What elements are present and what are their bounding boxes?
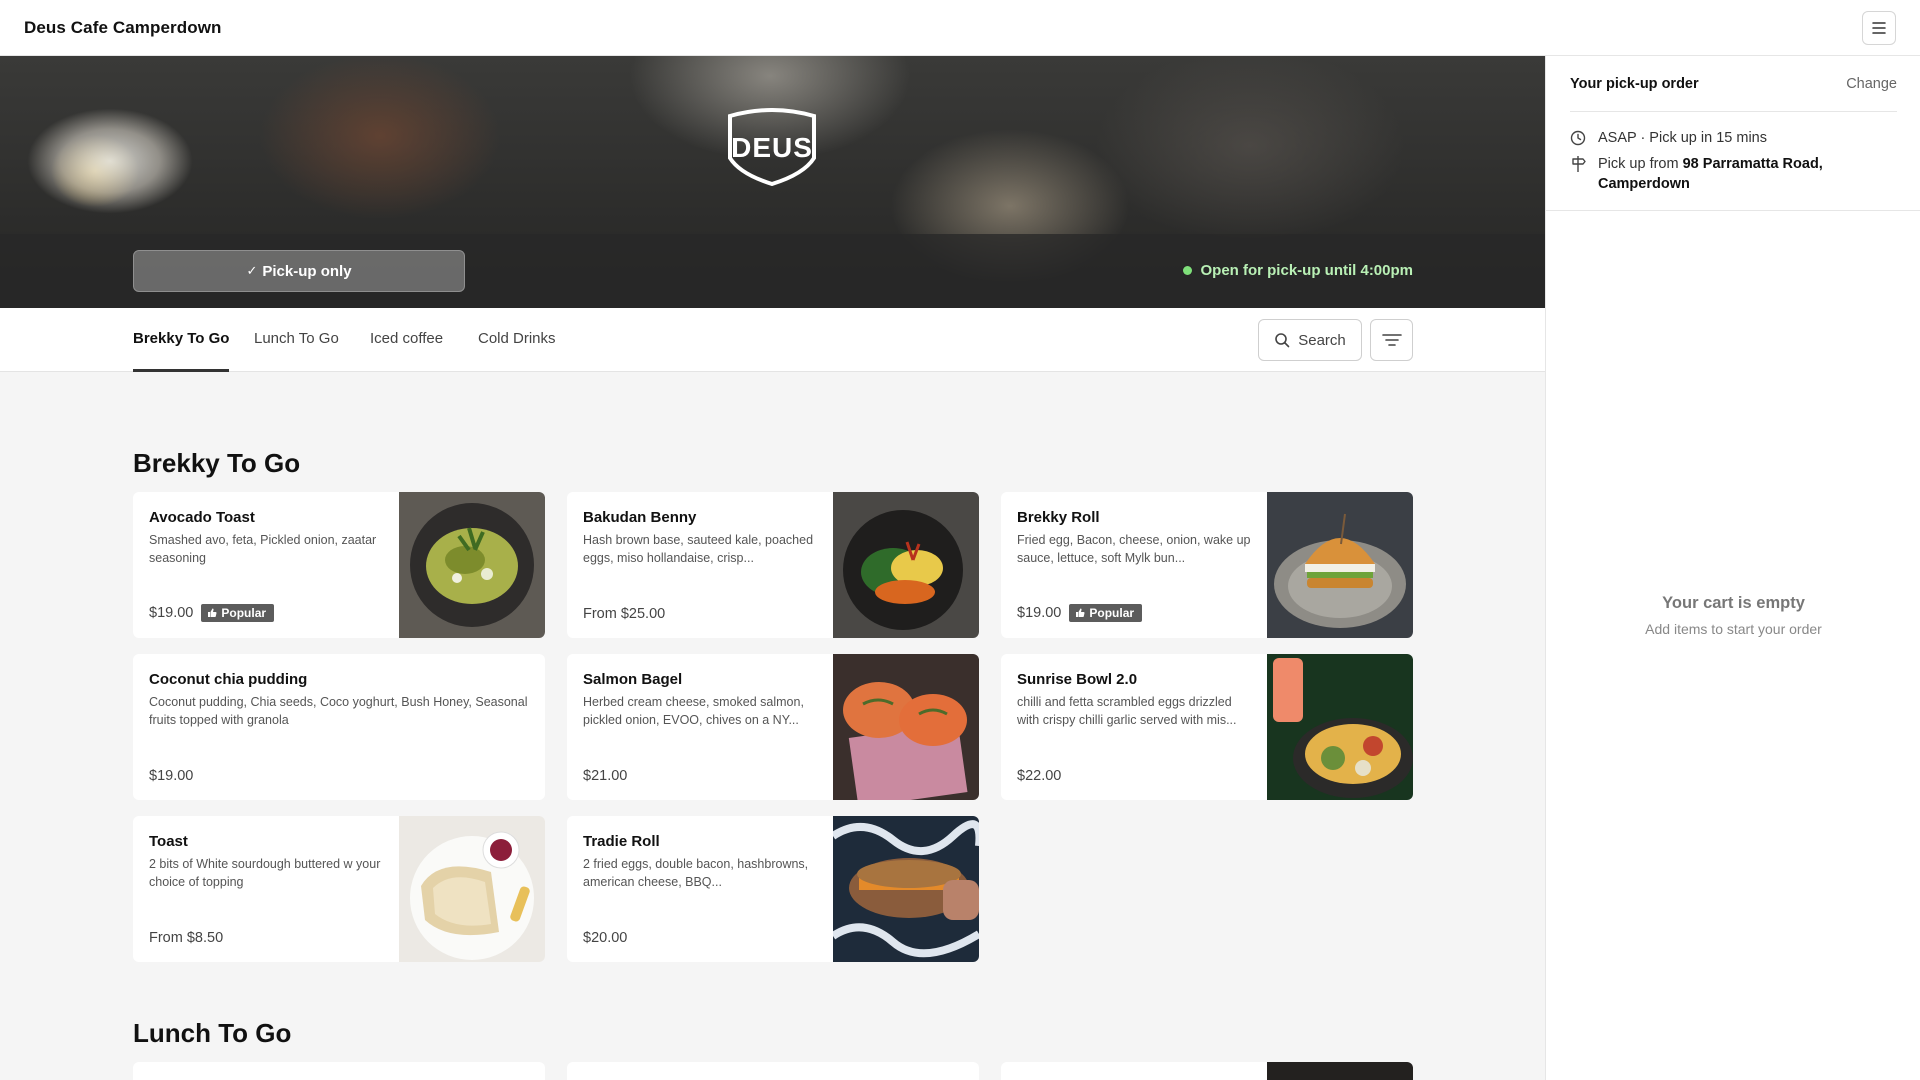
menu-item-card[interactable]: Tradie Roll 2 fried eggs, double bacon, … — [567, 816, 979, 962]
hero-banner: DEUS ✓ Pick-up only Open for pick-up unt… — [0, 56, 1545, 308]
avocado-toast-photo — [399, 492, 545, 638]
item-description: 2 fried eggs, double bacon, hashbrowns, … — [583, 857, 809, 889]
item-name: Toast — [149, 833, 188, 850]
item-description: Fried egg, Bacon, cheese, onion, wake up… — [1017, 533, 1251, 565]
store-title: Deus Cafe Camperdown — [24, 17, 222, 37]
status-dot-icon — [1183, 266, 1193, 275]
item-description: Smashed avo, feta, Pickled onion, zaatar… — [149, 533, 377, 565]
svg-text:DEUS: DEUS — [731, 132, 813, 163]
search-button[interactable]: Search — [1258, 319, 1362, 361]
item-description: Hash brown base, sauteed kale, poached e… — [583, 533, 814, 565]
checkmark-icon: ✓ — [246, 263, 258, 278]
pickup-location-row: Pick up from 98 Parramatta Road, Camperd… — [1570, 154, 1858, 194]
item-price: $22.00 — [1017, 768, 1062, 784]
menu-item-card[interactable]: Sunrise Bowl 2.0 chilli and fetta scramb… — [1001, 654, 1413, 800]
order-sidebar: Your pick-up order Change ASAP · Pick up… — [1545, 56, 1920, 1080]
signpost-icon — [1570, 154, 1586, 174]
menu-item-card[interactable]: Brekky Roll Fried egg, Bacon, cheese, on… — [1001, 492, 1413, 638]
item-price: $19.00 — [1017, 605, 1062, 621]
empty-cart-subtitle: Add items to start your order — [1645, 621, 1822, 637]
tab-brekky-to-go[interactable]: Brekky To Go — [133, 308, 230, 372]
empty-cart-title: Your cart is empty — [1662, 594, 1805, 612]
item-name: Coconut chia pudding — [149, 671, 308, 688]
item-name: Salmon Bagel — [583, 671, 683, 688]
item-description: Coconut pudding, Chia seeds, Coco yoghur… — [149, 695, 528, 727]
deus-logo: DEUS — [728, 108, 816, 186]
tab-lunch-to-go[interactable]: Lunch To Go — [254, 308, 339, 372]
menu-item-card[interactable] — [567, 1062, 979, 1080]
menu-item-card[interactable]: Avocado Toast Smashed avo, feta, Pickled… — [133, 492, 545, 638]
category-tabs: Brekky To Go Lunch To Go Iced coffee Col… — [0, 308, 1545, 372]
toast-photo — [399, 816, 545, 962]
thumbs-up-icon — [1076, 608, 1085, 617]
popular-badge: Popular — [1069, 604, 1143, 622]
pickup-location: Pick up from 98 Parramatta Road, Camperd… — [1598, 154, 1858, 194]
item-price: From $25.00 — [583, 606, 666, 622]
menu-main: DEUS ✓ Pick-up only Open for pick-up unt… — [0, 56, 1545, 1080]
item-name: Brekky Roll — [1017, 509, 1100, 526]
clock-icon — [1570, 128, 1586, 148]
change-button[interactable]: Change — [1846, 76, 1897, 92]
item-name: Bakudan Benny — [583, 509, 697, 526]
hamburger-menu-icon — [1872, 22, 1886, 34]
menu-button[interactable] — [1862, 11, 1896, 45]
popular-badge: Popular — [201, 604, 275, 622]
salmon-bagel-photo — [833, 654, 979, 800]
item-price: $19.00 — [149, 605, 194, 621]
order-heading: Your pick-up order — [1570, 76, 1699, 92]
item-price: $21.00 — [583, 768, 628, 784]
item-name: Sunrise Bowl 2.0 — [1017, 671, 1138, 688]
thumbs-up-icon — [208, 608, 217, 617]
sidebar-divider — [1546, 210, 1920, 211]
menu-item-card[interactable]: Salmon Bagel Herbed cream cheese, smoked… — [567, 654, 979, 800]
menu-item-card[interactable]: Bakudan Benny Hash brown base, sauteed k… — [567, 492, 979, 638]
item-name: Avocado Toast — [149, 509, 255, 526]
tab-cold-drinks[interactable]: Cold Drinks — [478, 308, 556, 372]
section-title-brekky: Brekky To Go — [133, 448, 301, 478]
filter-button[interactable] — [1370, 319, 1413, 361]
open-status-text: Open for pick-up until 4:00pm — [1200, 262, 1413, 279]
pickup-only-pill[interactable]: ✓ Pick-up only — [133, 250, 465, 292]
tab-iced-coffee[interactable]: Iced coffee — [370, 308, 443, 372]
pickup-time: ASAP · Pick up in 15 mins — [1598, 130, 1767, 146]
item-price: From $8.50 — [149, 930, 224, 946]
pickup-prefix: Pick up from — [1598, 156, 1683, 172]
menu-item-card[interactable] — [133, 1062, 545, 1080]
item-description: Herbed cream cheese, smoked salmon, pick… — [583, 695, 804, 727]
sunrise-bowl-photo — [1267, 654, 1413, 800]
open-status: Open for pick-up until 4:00pm — [1183, 262, 1413, 279]
search-icon — [1275, 333, 1290, 348]
item-name: Tradie Roll — [583, 833, 660, 850]
top-header: Deus Cafe Camperdown — [0, 0, 1920, 56]
item-description: chilli and fetta scrambled eggs drizzled… — [1017, 695, 1237, 727]
lunch-item-photo — [1267, 1062, 1413, 1080]
menu-item-card[interactable] — [1001, 1062, 1413, 1080]
menu-item-card[interactable]: Coconut chia pudding Coconut pudding, Ch… — [133, 654, 545, 800]
pickup-time-row: ASAP · Pick up in 15 mins — [1570, 128, 1767, 148]
bakudan-benny-photo — [833, 492, 979, 638]
brekky-roll-photo — [1267, 492, 1413, 638]
order-header: Your pick-up order Change — [1570, 76, 1897, 112]
pickup-only-label: Pick-up only — [262, 262, 352, 280]
empty-cart: Your cart is empty Add items to start yo… — [1546, 594, 1920, 637]
filter-icon — [1381, 334, 1402, 346]
item-price: $20.00 — [583, 930, 628, 946]
section-title-lunch: Lunch To Go — [133, 1018, 292, 1048]
item-description: 2 bits of White sourdough buttered w you… — [149, 857, 381, 889]
item-price: $19.00 — [149, 768, 194, 784]
menu-item-card[interactable]: Toast 2 bits of White sourdough buttered… — [133, 816, 545, 962]
tradie-roll-photo — [833, 816, 979, 962]
search-label: Search — [1298, 331, 1346, 349]
